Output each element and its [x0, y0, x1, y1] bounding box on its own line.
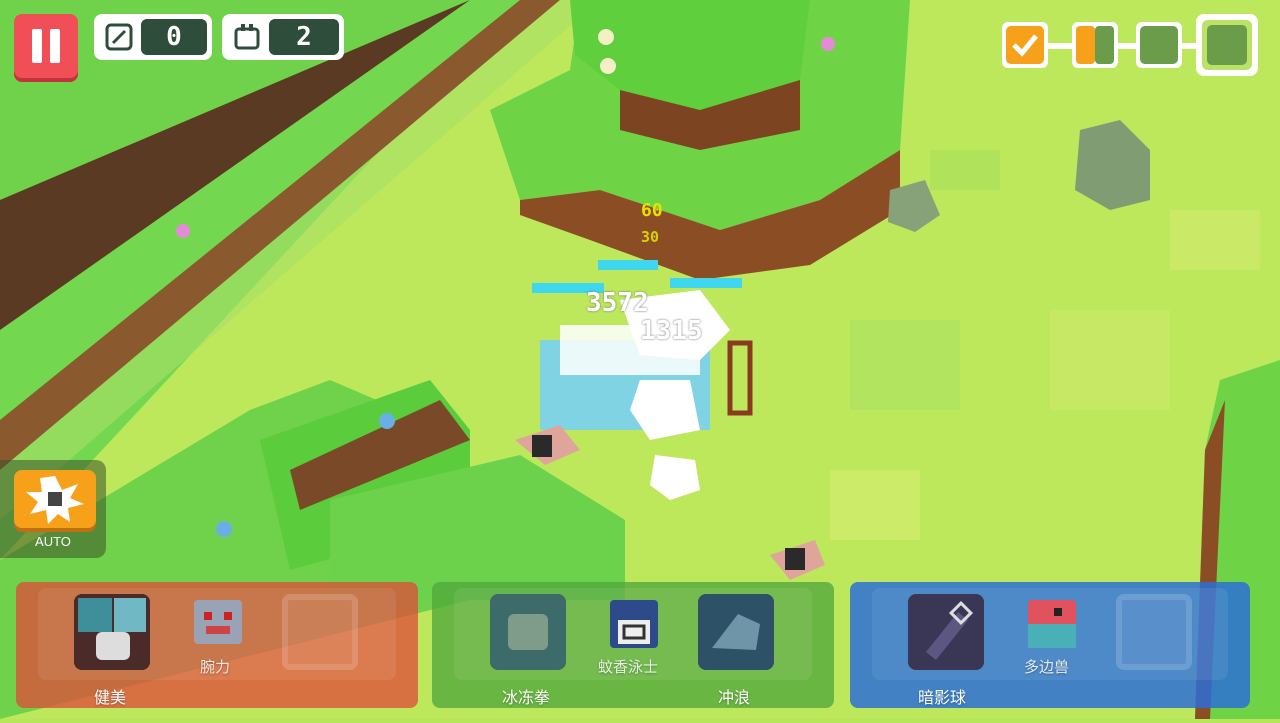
stats-icon	[114, 598, 146, 632]
wave-complete	[1002, 22, 1048, 68]
fist-icon	[508, 614, 548, 650]
wave-current	[1072, 22, 1118, 68]
skill-name: 冰冻拳	[502, 688, 551, 707]
drop-counter-value: 2	[269, 19, 339, 55]
auto-panel: AUTO	[0, 460, 106, 558]
slash-icon	[97, 17, 141, 57]
team-member-1-panel[interactable]: 腕力 健美	[16, 582, 418, 708]
skill-name: 冲浪	[718, 688, 751, 707]
shadow-ball-icon	[926, 600, 974, 660]
pokemon-poliwrath-icon	[606, 596, 662, 652]
auto-burst-icon	[26, 476, 84, 524]
team-member-2-panel[interactable]: 蚊香泳士 冰冻拳 冲浪	[432, 582, 834, 708]
drop-counter: 2	[222, 14, 344, 60]
attack-counter: 0	[94, 14, 212, 60]
wave-skill-icon	[712, 614, 760, 650]
pause-icon	[32, 29, 42, 63]
shadow-ball-skill-slot[interactable]	[908, 594, 984, 670]
shield-icon	[78, 598, 112, 632]
empty-skill-slot[interactable]	[1116, 594, 1192, 670]
ice-punch-skill-slot[interactable]	[490, 594, 566, 670]
wave-upcoming	[1136, 22, 1182, 68]
attack-counter-value: 0	[141, 19, 207, 55]
pokemon-label: 蚊香泳士	[598, 658, 659, 676]
bag-icon	[225, 17, 269, 57]
skill-slot-1[interactable]	[74, 594, 150, 670]
skill-name: 暗影球	[918, 688, 967, 707]
wave-progress	[1002, 14, 1264, 78]
damage-number: 1315	[640, 316, 703, 346]
damage-number: 3572	[586, 288, 649, 318]
pause-button[interactable]	[14, 14, 78, 78]
auto-label: AUTO	[35, 534, 71, 549]
auto-button[interactable]	[14, 470, 96, 528]
pokemon-machop-icon	[190, 596, 246, 652]
wave-boss	[1196, 14, 1258, 76]
skill-name: 健美	[94, 688, 127, 707]
surf-skill-slot[interactable]	[698, 594, 774, 670]
damage-number: 30	[641, 228, 660, 246]
pokemon-label: 腕力	[200, 658, 231, 676]
pokemon-porygon-icon	[1024, 596, 1080, 652]
damage-number: 60	[641, 200, 663, 221]
empty-skill-slot[interactable]	[282, 594, 358, 670]
pokemon-label: 多边兽	[1024, 658, 1070, 676]
team-member-3-panel[interactable]: 多边兽 暗影球	[850, 582, 1250, 708]
